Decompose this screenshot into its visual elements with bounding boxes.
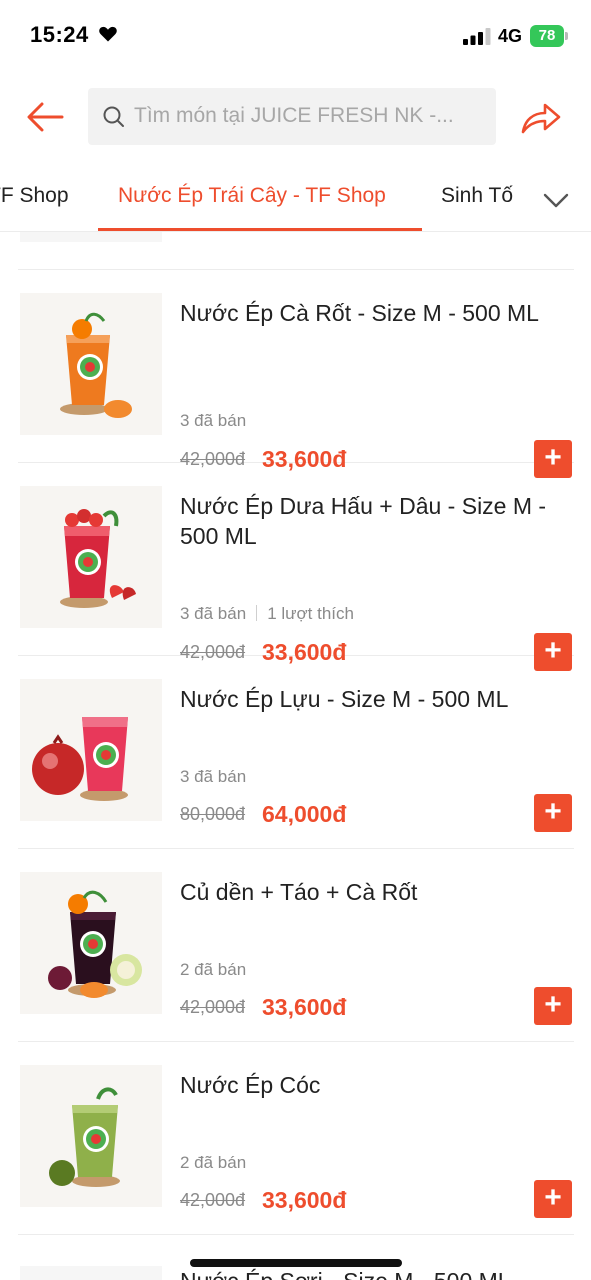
back-arrow-icon[interactable] — [20, 92, 70, 142]
sold-count: 3 đã bán — [180, 604, 247, 623]
tab-sinh-to[interactable]: Sinh Tố — [441, 184, 513, 208]
product-name: Củ dền + Táo + Cà Rốt — [180, 879, 418, 905]
product-sold: 3 đã bán — [180, 767, 246, 787]
original-price: 80,000đ — [180, 804, 246, 824]
list-item[interactable]: Nước Ép Cóc 2 đã bán 42,000đ 33,600đ + — [18, 1042, 574, 1235]
product-name: Nước Ép Dưa Hấu + Dâu - Size M - 500 ML — [180, 493, 547, 549]
chevron-down-icon — [543, 193, 569, 208]
product-image — [20, 679, 162, 821]
sale-price: 33,600đ — [262, 994, 347, 1020]
original-price: 42,000đ — [180, 1190, 246, 1210]
heart-icon — [99, 26, 117, 42]
sale-price: 33,600đ — [262, 1187, 347, 1213]
sold-count: 2 đã bán — [180, 1153, 247, 1172]
product-image — [20, 1266, 162, 1280]
active-tab-indicator — [98, 228, 422, 231]
product-sold: 2 đã bán — [180, 960, 246, 980]
battery-icon: 78 — [530, 25, 568, 47]
add-to-cart-button[interactable]: + — [534, 987, 572, 1025]
list-item[interactable]: Nước Ép Lựu - Size M - 500 ML 3 đã bán 8… — [18, 656, 574, 849]
category-tabs: TF Shop Nước Ép Trái Cây - TF Shop Sinh … — [0, 164, 591, 232]
search-input[interactable]: Tìm món tại JUICE FRESH NK -... — [88, 88, 496, 145]
product-image — [20, 872, 162, 1014]
product-list: Nước Ép Cà Rốt - Size M - 500 ML 3 đã bá… — [0, 232, 591, 1280]
signal-icon — [463, 28, 491, 45]
list-item[interactable]: Nước Ép Dưa Hấu + Dâu - Size M - 500 ML … — [18, 463, 574, 671]
list-item[interactable]: Nước Ép Cà Rốt - Size M - 500 ML 3 đã bá… — [18, 270, 574, 478]
product-name: Nước Ép Lựu - Size M - 500 ML — [180, 686, 509, 712]
sold-count: 3 đã bán — [180, 767, 247, 786]
add-to-cart-button[interactable]: + — [534, 1180, 572, 1218]
product-name: Nước Ép Sơri - Size M - 500 ML — [180, 1266, 572, 1280]
product-sold: 2 đã bán — [180, 1153, 246, 1173]
status-bar: 15:24 4G 78 — [0, 0, 591, 72]
clock: 15:24 — [30, 22, 89, 47]
product-image — [20, 486, 162, 628]
share-icon[interactable] — [516, 94, 564, 142]
list-item[interactable]: Củ dền + Táo + Cà Rốt 2 đã bán 42,000đ 3… — [18, 849, 574, 1042]
sale-price: 64,000đ — [262, 801, 347, 827]
product-stats: 3 đã bán 1 lượt thích — [180, 604, 354, 624]
divider — [256, 605, 258, 621]
network-type: 4G — [498, 26, 523, 46]
tab-nuoc-ep-trai-cay[interactable]: Nước Ép Trái Cây - TF Shop — [118, 184, 386, 208]
battery-level: 78 — [530, 25, 564, 47]
search-icon — [103, 106, 124, 127]
sold-count: 3 đã bán — [180, 411, 247, 430]
product-sold: 3 đã bán — [180, 411, 246, 431]
product-image — [20, 293, 162, 435]
like-count: 1 lượt thích — [267, 604, 354, 623]
search-placeholder: Tìm món tại JUICE FRESH NK -... — [134, 104, 454, 127]
home-indicator[interactable] — [190, 1259, 402, 1267]
tab-tf-shop[interactable]: TF Shop — [0, 184, 69, 208]
product-name: Nước Ép Cà Rốt - Size M - 500 ML — [180, 300, 539, 326]
product-image — [20, 232, 162, 242]
add-to-cart-button[interactable]: + — [534, 794, 572, 832]
sold-count: 2 đã bán — [180, 960, 247, 979]
product-name: Nước Ép Cóc — [180, 1072, 321, 1098]
list-item[interactable] — [18, 232, 574, 270]
header: Tìm món tại JUICE FRESH NK -... — [0, 72, 591, 164]
original-price: 42,000đ — [180, 997, 246, 1017]
more-tabs-button[interactable] — [538, 186, 574, 214]
product-image — [20, 1065, 162, 1207]
